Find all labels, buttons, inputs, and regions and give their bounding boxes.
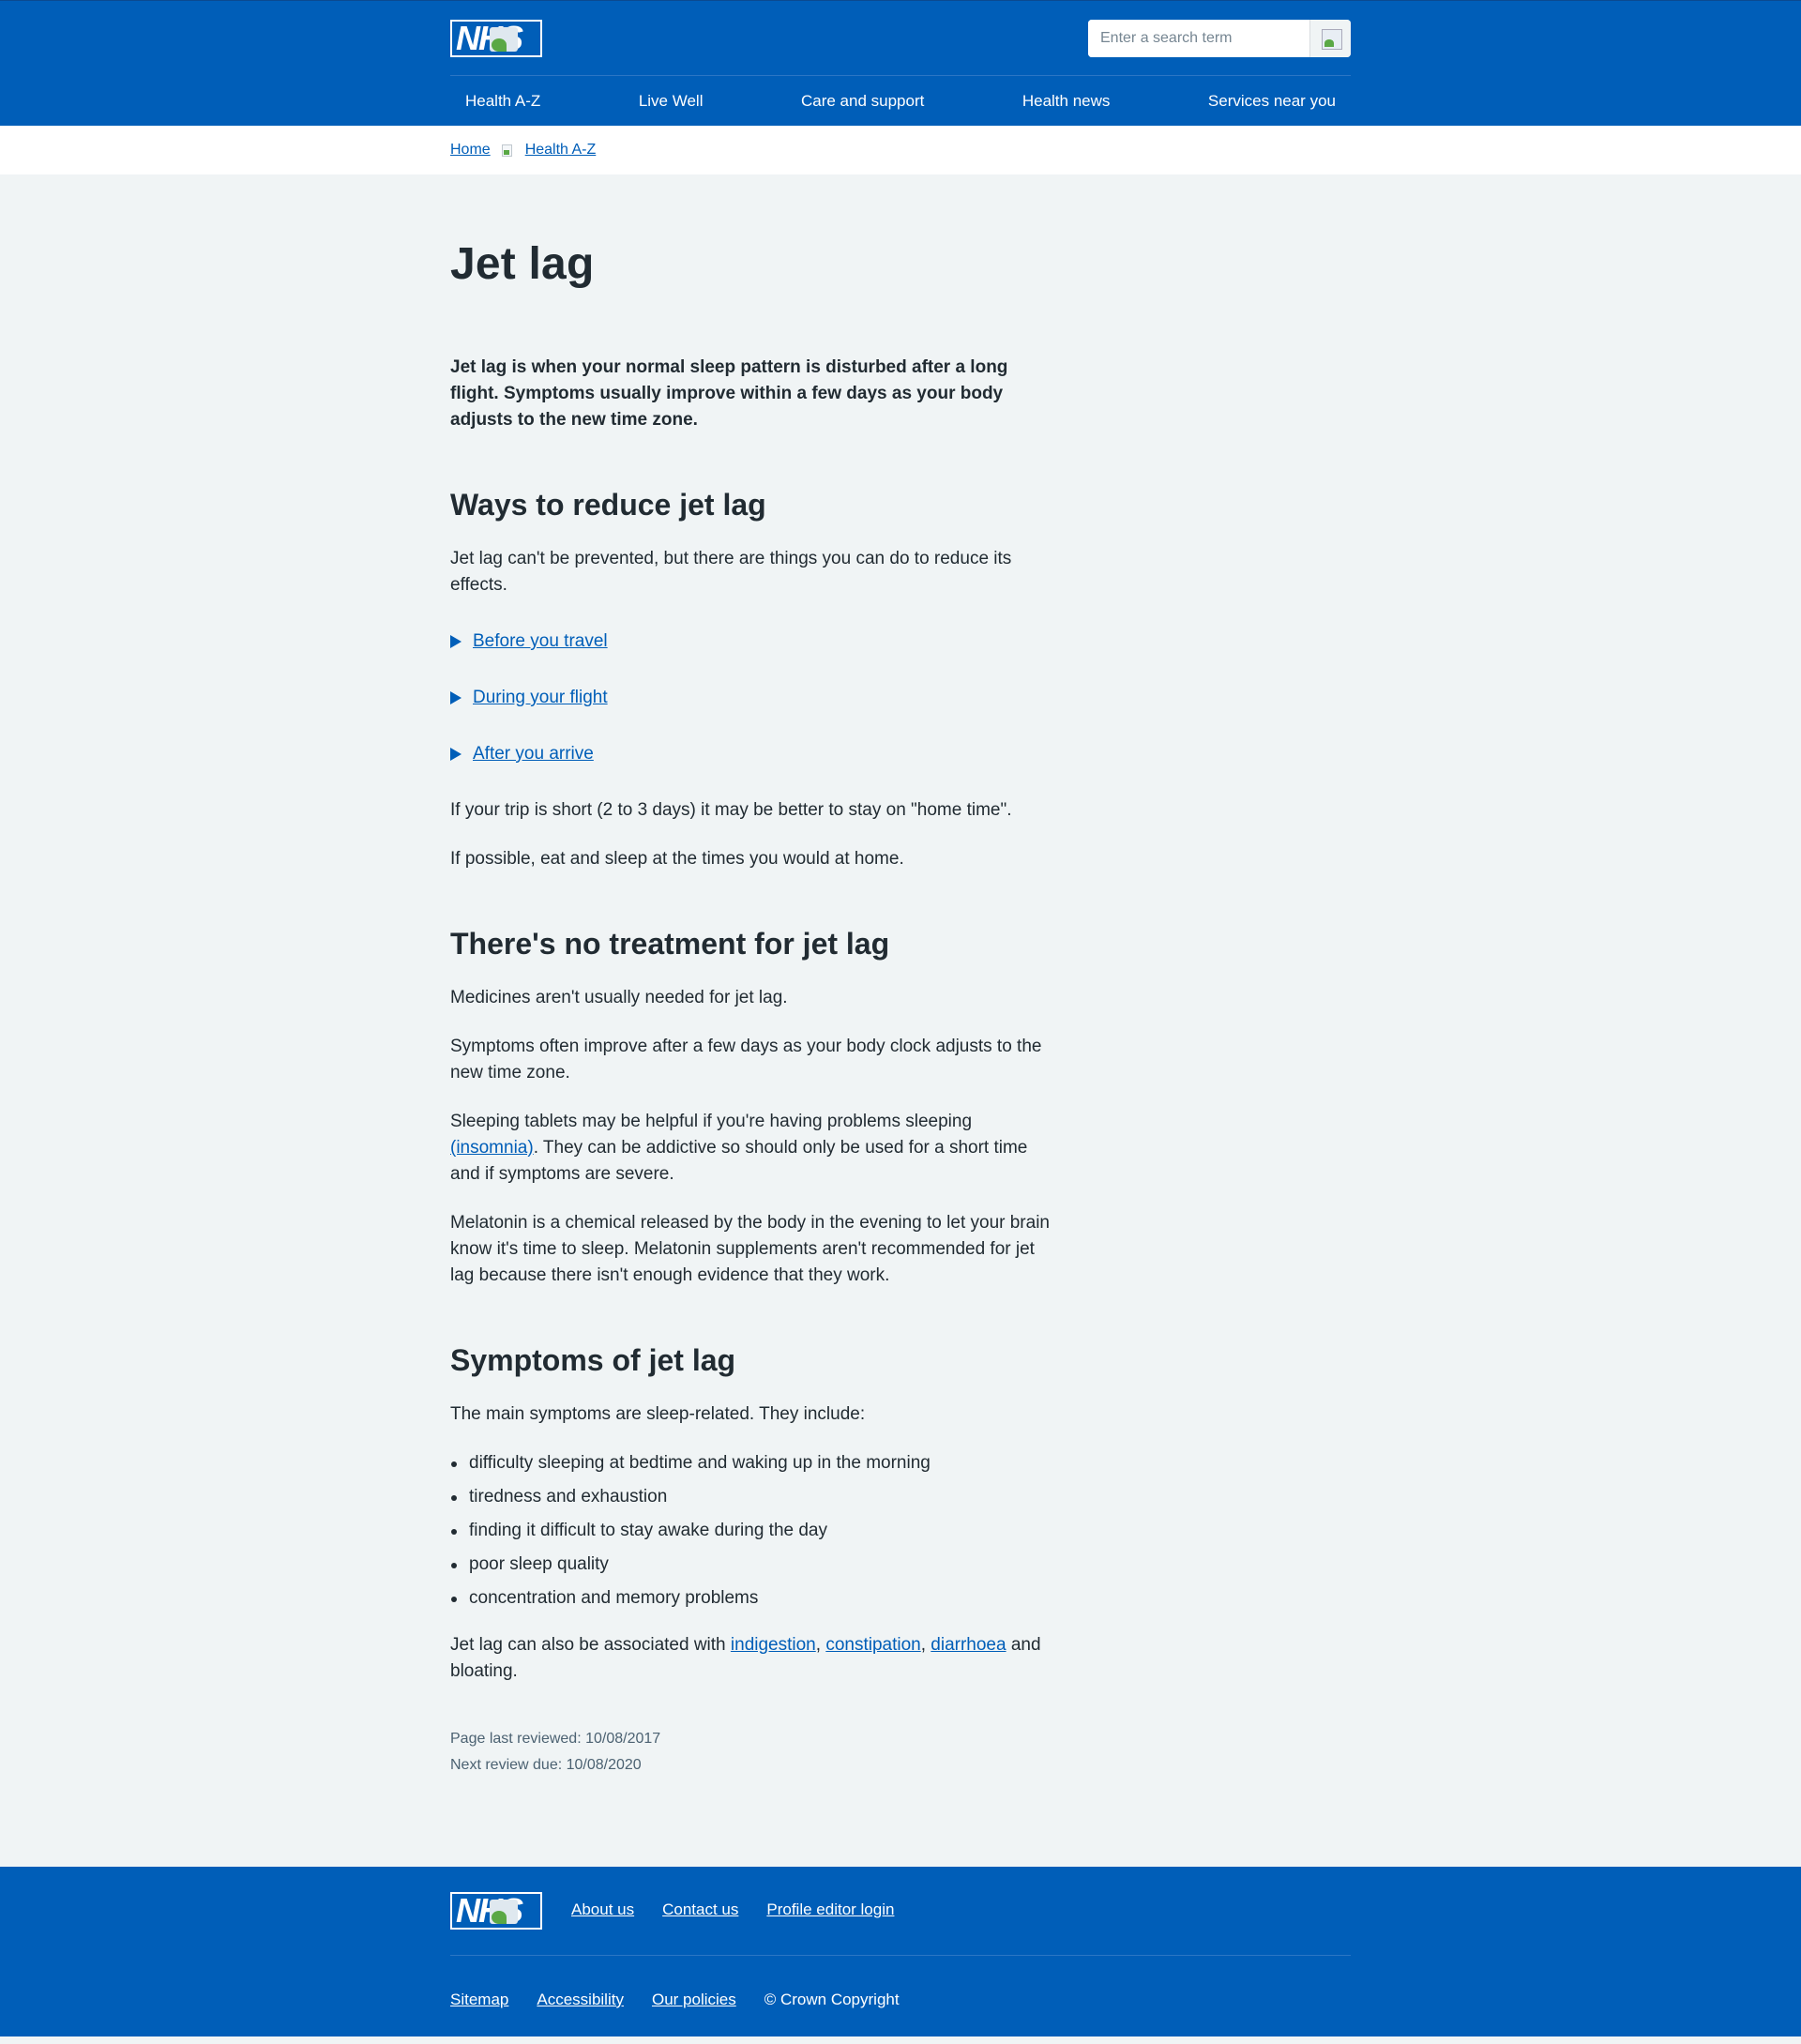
breadcrumb: Home Health A-Z	[450, 126, 1351, 174]
diarrhoea-link[interactable]: diarrhoea	[931, 1635, 1006, 1655]
paragraph: Medicines aren't usually needed for jet …	[450, 988, 788, 1007]
breadcrumb-health-a-z[interactable]: Health A-Z	[525, 142, 597, 159]
nav-item-health-a-z[interactable]: Health A-Z	[450, 76, 555, 126]
paragraph: If possible, eat and sleep at the times …	[450, 849, 904, 869]
section-intro: The main symptoms are sleep-related. The…	[450, 1404, 866, 1424]
footer-link-profile-editor-login[interactable]: Profile editor login	[766, 1900, 894, 1919]
details-after-you-arrive[interactable]: After you arrive	[450, 741, 1051, 767]
symptoms-list: difficulty sleeping at bedtime and wakin…	[450, 1450, 1051, 1612]
breadcrumb-home[interactable]: Home	[450, 142, 491, 159]
caret-right-icon	[450, 635, 462, 648]
nav-item-live-well[interactable]: Live Well	[624, 76, 719, 126]
footer-top: NHS About us Contact us Profile editor l…	[450, 1867, 1351, 1956]
breadcrumb-bar: Home Health A-Z	[0, 126, 1801, 174]
search-button[interactable]	[1309, 20, 1351, 57]
page-title: Jet lag	[450, 239, 595, 289]
footer-secondary-links: Sitemap Accessibility Our policies © Cro…	[450, 1956, 1351, 2044]
header-top: NHS	[450, 1, 1351, 76]
main-content: Jet lag Jet lag is when your normal slee…	[450, 174, 1351, 1779]
search-input[interactable]	[1088, 20, 1313, 57]
review-dates: Page last reviewed: 10/08/2017 Next revi…	[450, 1726, 1051, 1779]
caret-right-icon	[450, 691, 462, 704]
footer-link-our-policies[interactable]: Our policies	[652, 1991, 736, 2009]
broken-image-icon	[490, 1900, 518, 1924]
footer-link-about-us[interactable]: About us	[571, 1900, 634, 1919]
copyright: © Crown Copyright	[764, 1991, 900, 2008]
paragraph-insomnia: Sleeping tablets may be helpful if you'r…	[450, 1112, 1028, 1184]
footer-primary-links: About us Contact us Profile editor login	[571, 1900, 922, 1919]
broken-image-icon	[490, 27, 518, 52]
footer-nhs-logo[interactable]: NHS	[450, 1892, 542, 1930]
list-item: poor sleep quality	[450, 1552, 1051, 1578]
site-footer: NHS About us Contact us Profile editor l…	[0, 1867, 1801, 2036]
nav-item-health-news[interactable]: Health news	[1007, 76, 1126, 126]
details-summary-link[interactable]: After you arrive	[473, 744, 594, 765]
caret-right-icon	[450, 748, 462, 761]
paragraph: If your trip is short (2 to 3 days) it m…	[450, 800, 1012, 820]
insomnia-link[interactable]: (insomnia)	[450, 1138, 534, 1158]
section-intro: Jet lag can't be prevented, but there ar…	[450, 549, 1012, 595]
footer-link-sitemap[interactable]: Sitemap	[450, 1991, 508, 2009]
breadcrumb-separator-icon	[501, 144, 512, 157]
main-nav: Health A-Z Live Well Care and support He…	[450, 76, 1351, 126]
section-heading-no-treatment: There's no treatment for jet lag	[450, 927, 890, 961]
site-header: NHS Health A-Z Live Well Care and suppor…	[0, 0, 1801, 126]
list-item: finding it difficult to stay awake durin…	[450, 1518, 1051, 1544]
details-summary-link[interactable]: During your flight	[473, 688, 608, 708]
footer-link-accessibility[interactable]: Accessibility	[537, 1991, 624, 2009]
paragraph: Melatonin is a chemical released by the …	[450, 1213, 1050, 1285]
nhs-logo[interactable]: NHS	[450, 20, 542, 57]
paragraph-associated: Jet lag can also be associated with indi…	[450, 1635, 1041, 1681]
details-summary-link[interactable]: Before you travel	[473, 631, 608, 652]
footer-link-contact-us[interactable]: Contact us	[662, 1900, 738, 1919]
indigestion-link[interactable]: indigestion	[731, 1635, 816, 1655]
nav-item-services-near-you[interactable]: Services near you	[1193, 76, 1351, 126]
list-item: difficulty sleeping at bedtime and wakin…	[450, 1450, 1051, 1476]
constipation-link[interactable]: constipation	[825, 1635, 920, 1655]
section-heading-ways-to-reduce: Ways to reduce jet lag	[450, 488, 766, 522]
page-lede: Jet lag is when your normal sleep patter…	[450, 357, 1008, 430]
nav-item-care-and-support[interactable]: Care and support	[786, 76, 939, 126]
paragraph: Symptoms often improve after a few days …	[450, 1037, 1042, 1083]
next-review-due: Next review due: 10/08/2020	[450, 1757, 642, 1773]
last-reviewed: Page last reviewed: 10/08/2017	[450, 1731, 661, 1747]
search-form	[1088, 20, 1351, 57]
section-heading-symptoms: Symptoms of jet lag	[450, 1343, 736, 1377]
details-before-you-travel[interactable]: Before you travel	[450, 628, 1051, 655]
list-item: concentration and memory problems	[450, 1585, 1051, 1612]
details-during-your-flight[interactable]: During your flight	[450, 685, 1051, 711]
search-icon	[1322, 29, 1342, 50]
list-item: tiredness and exhaustion	[450, 1484, 1051, 1510]
